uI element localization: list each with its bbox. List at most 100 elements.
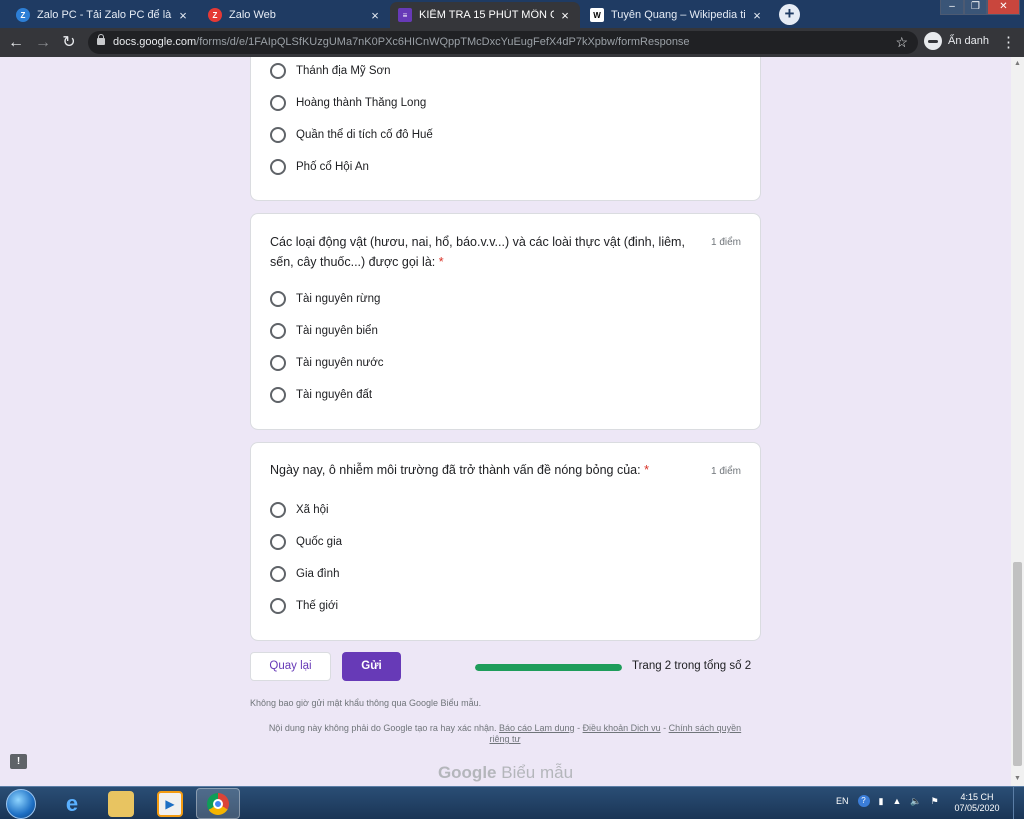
option-label: Tài nguyên nước [296, 357, 384, 369]
radio-button[interactable] [270, 63, 286, 79]
tab-label: KIỂM TRA 15 PHÚT MÔN GDCD [419, 9, 554, 21]
progress-fill [475, 664, 622, 671]
tab-gdcd-quiz[interactable]: ≡ KIỂM TRA 15 PHÚT MÔN GDCD × [390, 2, 580, 28]
answer-option[interactable]: Thế giới [270, 596, 338, 616]
radio-button[interactable] [270, 566, 286, 582]
minimize-window-button[interactable]: – [940, 0, 964, 15]
chrome-icon[interactable] [196, 788, 240, 819]
close-icon[interactable]: × [176, 8, 190, 23]
answer-option[interactable]: Tài nguyên đất [270, 385, 372, 405]
submit-button[interactable]: Gửi [342, 652, 401, 681]
google-forms-logo[interactable]: Google Biểu mẫu [0, 763, 1011, 783]
kebab-menu-icon[interactable]: ⋮ [1001, 33, 1016, 51]
required-mark: * [644, 463, 649, 477]
file-explorer-icon[interactable] [108, 791, 134, 817]
show-hidden-icons-icon[interactable]: ▲ [892, 796, 901, 806]
option-label: Tài nguyên rừng [296, 293, 381, 305]
scroll-down-arrow-icon[interactable]: ▼ [1014, 775, 1021, 782]
answer-option[interactable]: Thánh địa Mỹ Sơn [270, 61, 390, 81]
answer-option[interactable]: Quần thể di tích cố đô Huế [270, 125, 433, 145]
help-icon[interactable]: ? [857, 795, 870, 807]
option-label: Quần thể di tích cố đô Huế [296, 129, 433, 141]
tab-wikipedia[interactable]: W Tuyên Quang – Wikipedia tiếng Việt × [582, 2, 772, 28]
radio-button[interactable] [270, 534, 286, 550]
tab-zalo-web[interactable]: Z Zalo Web × [200, 2, 390, 28]
page-scrollbar[interactable]: ▲ ▼ [1011, 57, 1024, 786]
brand-google: Google [437, 763, 497, 782]
incognito-icon [924, 32, 942, 50]
browser-toolbar: ← → ↻ docs.google.com/forms/d/e/1FAIpQLS… [0, 28, 1024, 57]
close-window-button[interactable]: ✕ [987, 0, 1020, 15]
answer-option[interactable]: Xã hội [270, 500, 329, 520]
star-icon[interactable]: ☆ [895, 34, 908, 51]
start-orb-icon[interactable] [6, 789, 36, 819]
scroll-up-arrow-icon[interactable]: ▲ [1014, 60, 1021, 67]
show-desktop-button[interactable] [1013, 787, 1024, 819]
option-label: Thánh địa Mỹ Sơn [296, 65, 391, 77]
option-label: Quốc gia [296, 536, 343, 548]
answer-option[interactable]: Phố cổ Hội An [270, 157, 369, 177]
tab-label: Zalo Web [229, 9, 276, 21]
answer-option[interactable]: Hoàng thành Thăng Long [270, 93, 426, 113]
question-title-line: sến, cây thuốc...) được gọi là: [270, 255, 436, 269]
disclaimer-text: Nội dung này không phải do Google tạo ra… [268, 723, 497, 733]
clock-time: 4:15 CH [960, 792, 994, 802]
question-card-partial: Thánh địa Mỹ Sơn Hoàng thành Thăng Long … [250, 57, 761, 201]
report-problem-icon[interactable]: ! [10, 754, 27, 769]
close-icon[interactable]: × [750, 8, 764, 23]
radio-button[interactable] [270, 323, 286, 339]
url-text[interactable]: docs.google.com/forms/d/e/1FAIpQLSfKUzgU… [113, 36, 690, 48]
answer-option[interactable]: Tài nguyên biển [270, 321, 378, 341]
radio-button[interactable] [270, 127, 286, 143]
radio-button[interactable] [270, 95, 286, 111]
zalo-web-favicon-icon: Z [208, 8, 222, 22]
scroll-thumb[interactable] [1013, 562, 1022, 766]
radio-button[interactable] [270, 387, 286, 403]
option-label: Thế giới [296, 600, 339, 612]
radio-button[interactable] [270, 355, 286, 371]
reload-icon[interactable]: ↻ [59, 33, 79, 53]
radio-button[interactable] [270, 291, 286, 307]
forward-arrow-icon[interactable]: → [33, 33, 53, 53]
report-abuse-link[interactable]: Báo cáo Lạm dụng [499, 723, 575, 733]
network-icon[interactable]: ▮ [879, 796, 884, 807]
question-title: Ngày nay, ô nhiễm môi trường đã trở thàn… [270, 460, 710, 480]
tab-zalo-pc[interactable]: Z Zalo PC - Tải Zalo PC để làm việc × [8, 2, 198, 28]
answer-option[interactable]: Tài nguyên rừng [270, 289, 380, 309]
new-tab-button[interactable]: + [779, 4, 800, 25]
back-button[interactable]: Quay lại [250, 652, 331, 681]
close-icon[interactable]: × [368, 8, 382, 23]
brand-product: Biểu mẫu [501, 763, 574, 782]
question-card: Ngày nay, ô nhiễm môi trường đã trở thàn… [250, 442, 761, 641]
required-mark: * [438, 255, 444, 269]
option-label: Xã hội [296, 504, 329, 516]
question-points: 1 điểm [710, 237, 741, 248]
back-arrow-icon[interactable]: ← [6, 33, 26, 53]
incognito-label: Ẩn danh [948, 35, 989, 47]
option-label: Tài nguyên đất [296, 389, 373, 401]
action-center-icon[interactable]: ⚑ [931, 796, 939, 807]
answer-option[interactable]: Tài nguyên nước [270, 353, 383, 373]
incognito-indicator[interactable]: Ẩn danh [924, 32, 989, 50]
system-clock[interactable]: 4:15 CH 07/05/2020 [952, 792, 1002, 814]
terms-of-service-link[interactable]: Điều khoản Dịch vụ [583, 723, 661, 733]
browser-tab-strip: Z Zalo PC - Tải Zalo PC để làm việc × Z … [0, 0, 1024, 28]
answer-option[interactable]: Gia đình [270, 564, 339, 584]
internet-explorer-icon[interactable]: e [59, 791, 85, 817]
question-title: Các loại động vật (hươu, nai, hổ, báo.v.… [270, 232, 710, 272]
address-bar[interactable]: docs.google.com/forms/d/e/1FAIpQLSfKUzgU… [88, 31, 918, 54]
close-icon[interactable]: × [558, 8, 572, 23]
radio-button[interactable] [270, 598, 286, 614]
media-player-icon[interactable]: ▶ [157, 791, 183, 817]
volume-icon[interactable]: 🔈 [910, 796, 921, 807]
question-card: Các loại động vật (hươu, nai, hổ, báo.v.… [250, 213, 761, 430]
clock-date: 07/05/2020 [954, 803, 1000, 813]
radio-button[interactable] [270, 502, 286, 518]
option-label: Hoàng thành Thăng Long [296, 97, 427, 109]
radio-button[interactable] [270, 159, 286, 175]
system-tray: EN ? ▮ ▲ 🔈 ⚑ [836, 795, 948, 807]
language-indicator[interactable]: EN [836, 796, 849, 806]
option-label: Tài nguyên biển [296, 325, 378, 337]
maximize-window-button[interactable]: ❐ [964, 0, 987, 15]
answer-option[interactable]: Quốc gia [270, 532, 342, 552]
